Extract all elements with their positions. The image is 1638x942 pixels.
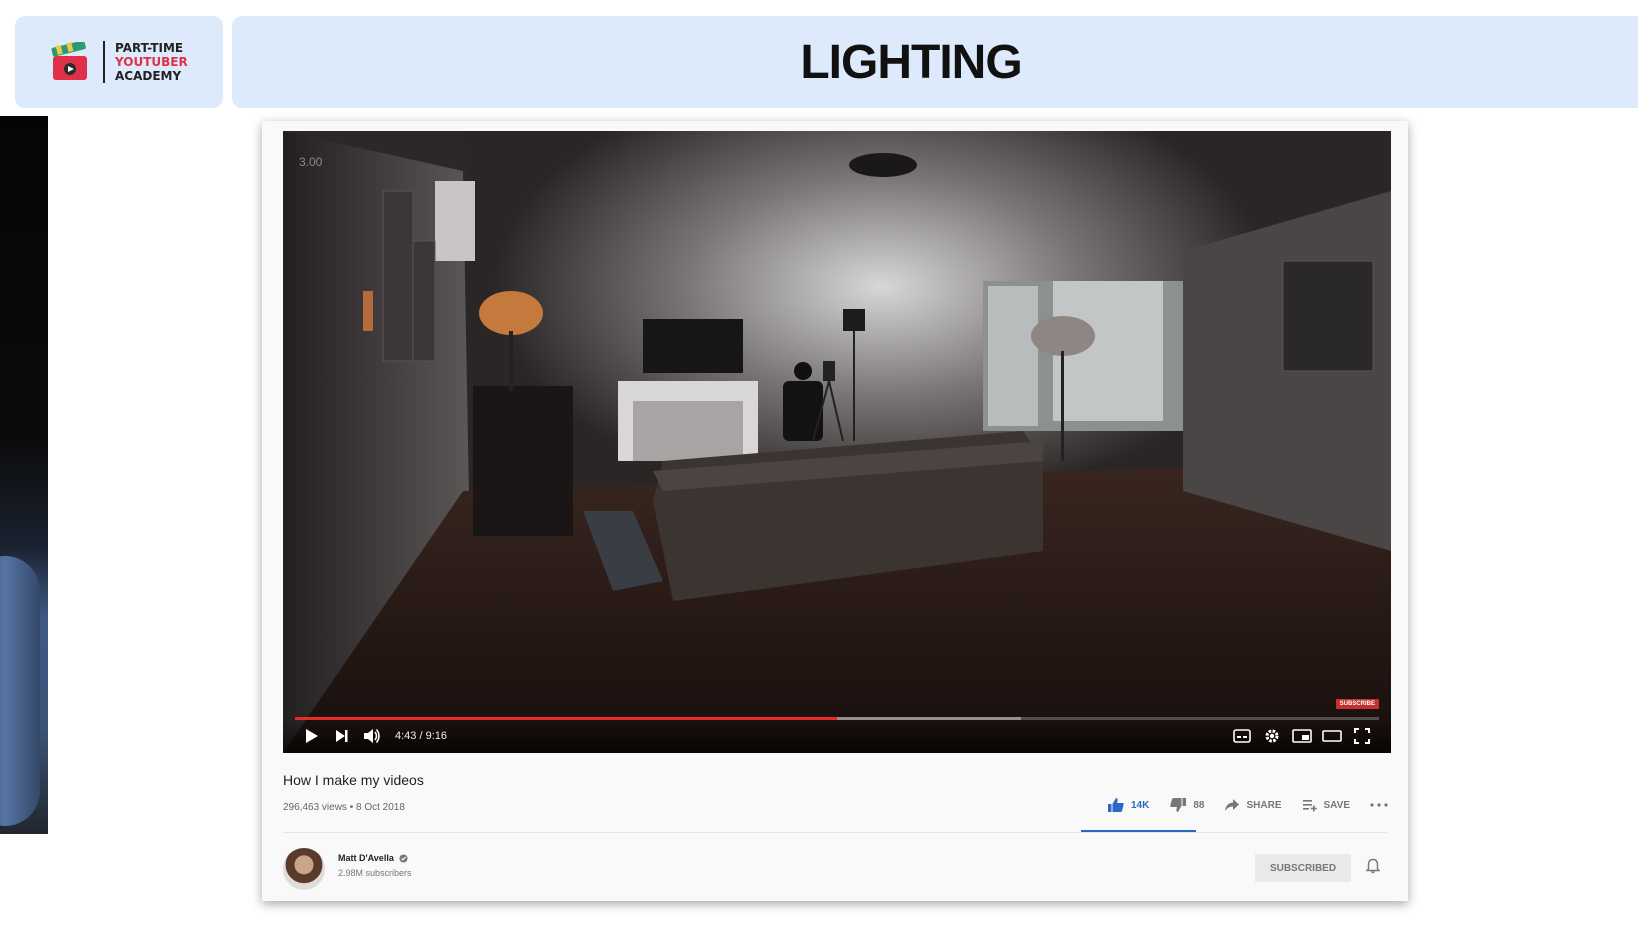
logo-line1: PART-TIME <box>115 41 184 55</box>
theater-mode-button[interactable] <box>1317 721 1347 751</box>
volume-icon <box>364 729 380 743</box>
academy-logo-text: PART-TIME YOUTUBER ACADEMY <box>103 41 188 83</box>
subscribe-watermark[interactable]: SUBSCRIBE <box>1335 699 1379 709</box>
thumbs-up-icon <box>1108 798 1124 812</box>
video-meta: 296,463 views • 8 Oct 2018 <box>283 802 405 813</box>
subscriber-count: 2.98M subscribers <box>338 868 412 878</box>
channel-avatar[interactable] <box>283 848 325 890</box>
clapperboard-icon <box>51 42 87 80</box>
logo-line3: ACADEMY <box>115 69 182 83</box>
divider <box>283 832 1387 833</box>
share-button[interactable]: SHARE <box>1224 798 1282 812</box>
settings-icon <box>1265 729 1279 743</box>
captions-icon <box>1233 729 1251 743</box>
fullscreen-icon <box>1354 728 1370 744</box>
presenter-figure <box>0 556 40 826</box>
more-horizontal-icon <box>1370 803 1388 807</box>
dislike-button[interactable]: 88 <box>1169 797 1204 813</box>
play-icon <box>306 729 318 743</box>
channel-name[interactable]: Matt D'Avella <box>338 853 394 863</box>
miniplayer-button[interactable] <box>1287 721 1317 751</box>
notification-bell-button[interactable] <box>1365 858 1381 879</box>
bell-icon <box>1365 858 1381 874</box>
settings-button[interactable] <box>1257 721 1287 751</box>
dislike-count: 88 <box>1193 799 1205 811</box>
save-button[interactable]: SAVE <box>1302 798 1351 812</box>
like-button[interactable]: 14K <box>1107 797 1149 813</box>
video-actions: 14K 88 SHARE SAVE <box>1107 797 1388 813</box>
like-count: 14K <box>1131 799 1150 811</box>
video-title: How I make my videos <box>283 772 424 788</box>
next-button[interactable] <box>327 721 357 751</box>
video-frame-living-room <box>283 131 1391 753</box>
channel-name-row[interactable]: Matt D'Avella <box>338 853 408 863</box>
fullscreen-button[interactable] <box>1347 721 1377 751</box>
verified-check-icon <box>399 854 408 863</box>
title-banner: LIGHTING <box>232 16 1638 108</box>
playback-speed-overlay: 3.00 <box>299 155 323 169</box>
page-title: LIGHTING <box>800 35 1022 89</box>
theater-icon <box>1322 730 1342 742</box>
youtube-video-card: 3.00 SUBSCRIBE 4:43 / 9:16 How I make my… <box>262 121 1408 901</box>
video-player[interactable]: 3.00 SUBSCRIBE 4:43 / 9:16 <box>283 131 1391 753</box>
player-controls: 4:43 / 9:16 <box>283 719 1391 753</box>
share-icon <box>1225 799 1240 811</box>
timecode: 4:43 / 9:16 <box>395 730 447 742</box>
subscribed-button[interactable]: SUBSCRIBED <box>1255 854 1351 882</box>
next-icon <box>336 730 348 742</box>
add-to-playlist-icon <box>1302 800 1317 812</box>
captions-button[interactable] <box>1227 721 1257 751</box>
miniplayer-icon <box>1292 729 1312 743</box>
volume-button[interactable] <box>357 721 387 751</box>
logo-line2: YOUTUBER <box>115 55 188 69</box>
presenter-webcam <box>0 116 48 834</box>
save-label: SAVE <box>1323 799 1351 811</box>
share-label: SHARE <box>1246 799 1282 811</box>
play-button[interactable] <box>297 721 327 751</box>
more-actions-button[interactable] <box>1370 803 1388 807</box>
logo-box: PART-TIME YOUTUBER ACADEMY <box>15 16 223 108</box>
thumbs-down-icon <box>1170 798 1187 812</box>
